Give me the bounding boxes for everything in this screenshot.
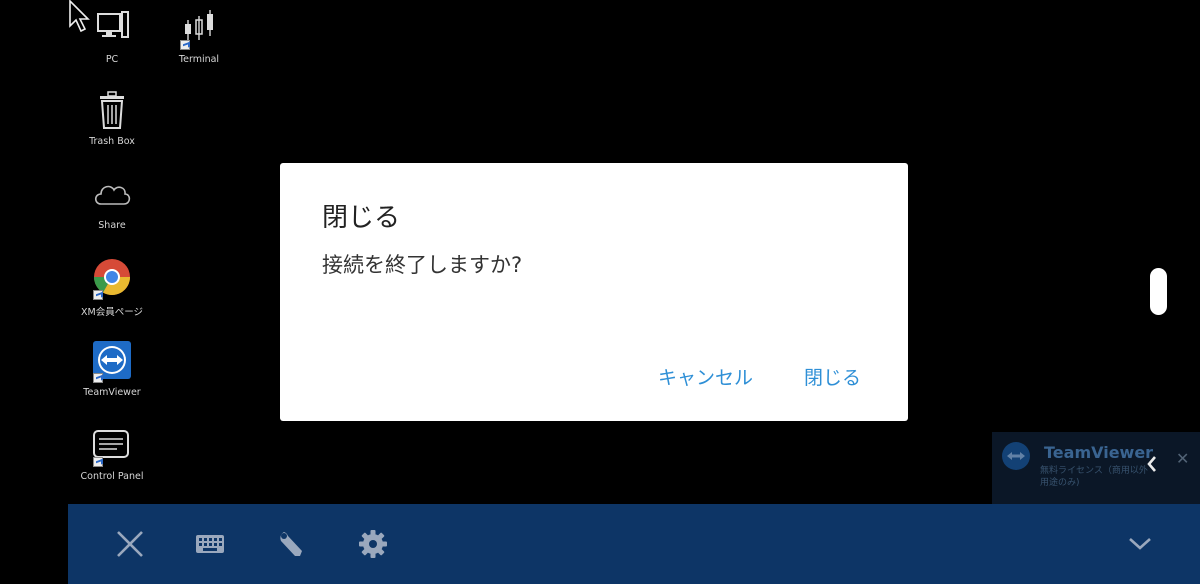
hide-toolbar-button[interactable] xyxy=(1120,524,1160,564)
wrench-icon xyxy=(280,532,302,556)
close-icon xyxy=(117,531,143,557)
keyboard-icon xyxy=(196,535,224,553)
tools-button[interactable] xyxy=(272,524,312,564)
settings-button[interactable] xyxy=(353,524,393,564)
keyboard-button[interactable] xyxy=(190,524,230,564)
remote-control-toolbar xyxy=(68,504,1200,584)
remote-desktop-screen: PC Terminal Trash Box Share XM会員ページ Team… xyxy=(0,0,1200,584)
dialog-overlay: 閉じる 接続を終了しますか? キャンセル 閉じる xyxy=(0,0,1200,504)
disconnect-button[interactable] xyxy=(110,524,150,564)
dialog-message: 接続を終了しますか? xyxy=(322,253,523,277)
dialog-title: 閉じる xyxy=(322,203,401,233)
chevron-down-icon xyxy=(1129,538,1151,550)
cancel-button[interactable]: キャンセル xyxy=(652,359,759,394)
close-confirmation-dialog: 閉じる 接続を終了しますか? キャンセル 閉じる xyxy=(280,163,908,421)
gear-icon xyxy=(359,530,387,558)
confirm-close-button[interactable]: 閉じる xyxy=(798,359,867,394)
